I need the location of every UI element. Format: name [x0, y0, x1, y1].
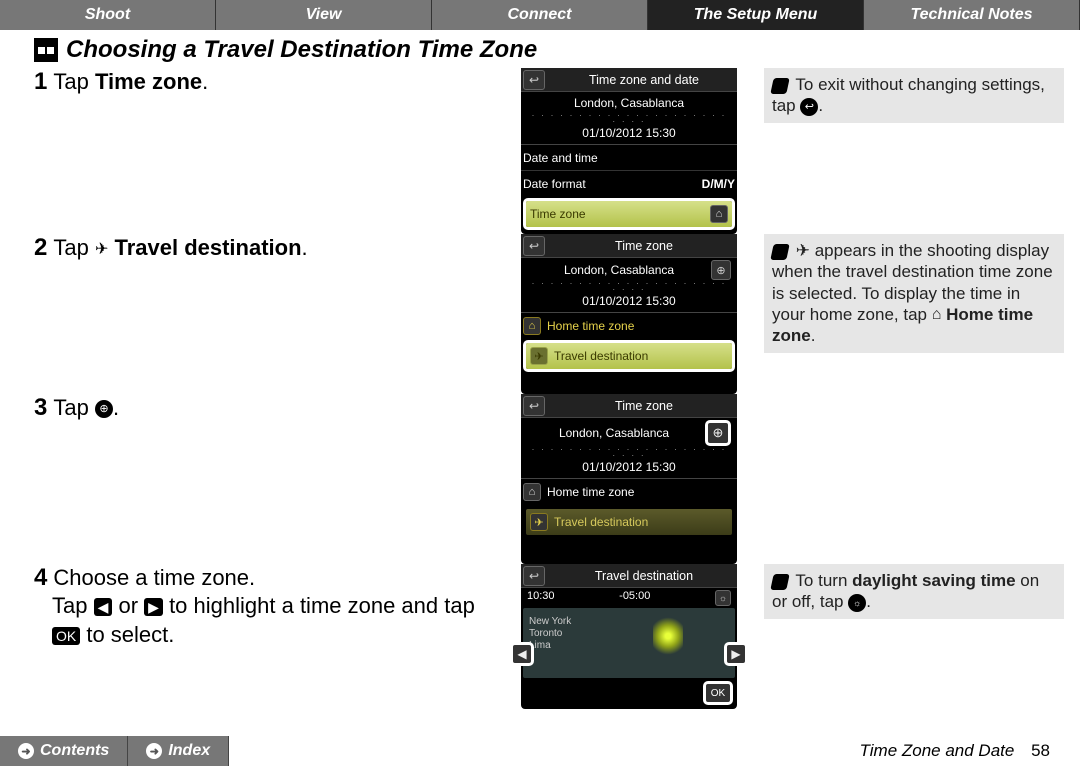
footer-right: Time Zone and Date 58	[860, 741, 1080, 761]
right-arrow-button[interactable]: ▶	[724, 642, 748, 666]
globe-icon[interactable]: ⊕	[711, 260, 731, 280]
dst-icon[interactable]: ☼	[715, 590, 731, 606]
step-2: 2 Tap ✈ Travel destination.	[34, 234, 494, 394]
row-date-format[interactable]: Date format D/M/Y	[521, 170, 737, 196]
row-travel-destination-selected[interactable]: ✈ Travel destination	[523, 506, 735, 538]
screen-2-datetime: 01/10/2012 15:30	[527, 292, 731, 310]
left-arrow-button[interactable]: ◀	[510, 642, 534, 666]
screen-3: ↩ Time zone London, Casablanca ⊕ · · · ·…	[521, 394, 737, 564]
footer-contents-link[interactable]: ➜ Contents	[0, 736, 128, 766]
step-3-number: 3	[34, 394, 47, 422]
step-1-number: 1	[34, 68, 47, 96]
tab-setup-menu[interactable]: The Setup Menu	[648, 0, 864, 30]
step-4-title: Choose a time zone.	[53, 565, 255, 591]
screen-1-title: Time zone and date	[551, 73, 737, 87]
step-4-sub: Tap ◀ or ▶ to highlight a time zone and …	[52, 592, 494, 649]
top-nav: Shoot View Connect The Setup Menu Techni…	[0, 0, 1080, 30]
airplane-icon: ✈	[530, 347, 548, 365]
world-map[interactable]: New York Toronto Lima	[523, 608, 735, 678]
step-3: 3 Tap ⊕.	[34, 394, 494, 564]
screen-1-datetime: 01/10/2012 15:30	[527, 124, 731, 142]
section-heading: Choosing a Travel Destination Time Zone	[34, 36, 1046, 64]
screen-3-title: Time zone	[551, 399, 737, 413]
screen-3-location: London, Casablanca	[527, 424, 701, 442]
note-icon	[770, 244, 789, 260]
home-icon: ⌂	[523, 317, 541, 335]
screen-3-datetime: 01/10/2012 15:30	[527, 458, 731, 476]
city-label: Toronto	[529, 628, 562, 639]
back-icon[interactable]: ↩	[523, 70, 545, 90]
city-label: New York	[529, 616, 571, 627]
back-icon[interactable]: ↩	[523, 396, 545, 416]
divider-dots: · · · · · · · · · · · · · · · · · · · · …	[527, 446, 731, 458]
screen-4-title: Travel destination	[551, 569, 737, 583]
airplane-icon: ✈	[796, 241, 810, 260]
selected-zone-glow	[653, 614, 683, 658]
globe-round-icon: ⊕	[95, 400, 113, 418]
screen-2-title: Time zone	[551, 239, 737, 253]
row-home-time-zone[interactable]: ⌂ Home time zone	[521, 312, 737, 338]
ok-button[interactable]: OK	[703, 681, 733, 705]
row-time-zone-highlight[interactable]: Time zone ⌂	[523, 198, 735, 230]
note-1: To exit without changing settings, tap ↩…	[764, 68, 1064, 123]
back-round-icon: ↩	[800, 98, 818, 116]
screen-4: ↩ Travel destination 10:30 -05:00 ☼ New …	[521, 564, 737, 709]
globe-button-highlight[interactable]: ⊕	[705, 420, 731, 446]
section-title: Choosing a Travel Destination Time Zone	[66, 36, 537, 64]
divider-dots: · · · · · · · · · · · · · · · · · · · · …	[527, 280, 731, 292]
right-arrow-icon: ▶	[144, 598, 163, 616]
home-icon: ⌂	[710, 205, 728, 223]
screen-1: ↩ Time zone and date London, Casablanca …	[521, 68, 737, 234]
step-1: 1 Tap Time zone.	[34, 68, 494, 234]
divider-dots: · · · · · · · · · · · · · · · · · · · · …	[527, 112, 731, 124]
back-icon[interactable]: ↩	[523, 566, 545, 586]
tab-technical-notes[interactable]: Technical Notes	[864, 0, 1080, 30]
arrow-icon: ➜	[18, 743, 34, 759]
step-3-text: Tap ⊕.	[53, 395, 119, 421]
time-bar: 10:30 -05:00 ☼	[521, 588, 737, 608]
page-body: Choosing a Travel Destination Time Zone …	[0, 30, 1080, 736]
arrow-icon: ➜	[146, 743, 162, 759]
page-number: 58	[1031, 741, 1050, 760]
footer-section-label: Time Zone and Date	[860, 741, 1015, 760]
note-2: ✈ appears in the shooting display when t…	[764, 234, 1064, 353]
tab-view[interactable]: View	[216, 0, 432, 30]
step-4: 4 Choose a time zone. Tap ◀ or ▶ to high…	[34, 564, 494, 714]
step-1-text: Tap Time zone.	[53, 69, 208, 95]
airplane-icon: ✈	[95, 239, 108, 259]
screen-2-location: London, Casablanca	[527, 261, 711, 279]
home-icon: ⌂	[932, 305, 942, 325]
left-arrow-icon: ◀	[94, 598, 113, 616]
tab-connect[interactable]: Connect	[432, 0, 648, 30]
screen-2: ↩ Time zone London, Casablanca ⊕ · · · ·…	[521, 234, 737, 394]
note-icon	[770, 574, 789, 590]
back-icon[interactable]: ↩	[523, 236, 545, 256]
step-2-number: 2	[34, 234, 47, 262]
note-3: To turn daylight saving time on or off, …	[764, 564, 1064, 619]
dst-round-icon: ☼	[848, 594, 866, 612]
step-4-number: 4	[34, 564, 47, 592]
step-2-text: Tap ✈ Travel destination.	[53, 235, 307, 261]
footer: ➜ Contents ➜ Index Time Zone and Date 58	[0, 736, 1080, 766]
home-icon: ⌂	[523, 483, 541, 501]
footer-index-link[interactable]: ➜ Index	[128, 736, 229, 766]
heading-bullet-icon	[34, 38, 58, 62]
note-icon	[770, 78, 789, 94]
row-home-time-zone[interactable]: ⌂ Home time zone	[521, 478, 737, 504]
row-date-and-time[interactable]: Date and time	[521, 144, 737, 170]
tab-shoot[interactable]: Shoot	[0, 0, 216, 30]
airplane-icon: ✈	[530, 513, 548, 531]
ok-key-icon: OK	[52, 627, 80, 645]
row-travel-destination-highlight[interactable]: ✈ Travel destination	[523, 340, 735, 372]
